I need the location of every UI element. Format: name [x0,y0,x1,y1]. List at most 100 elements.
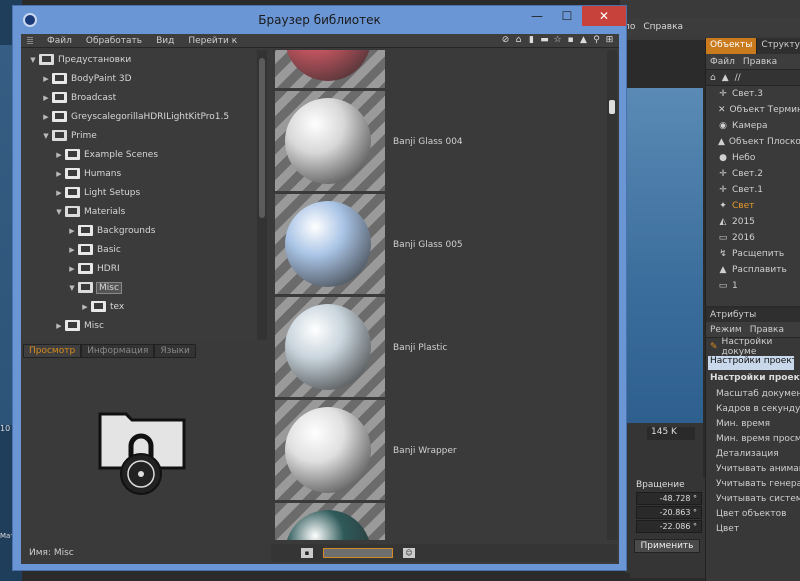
triangle-right-icon[interactable]: ▶ [68,265,76,273]
attribute-row[interactable]: Учитывать генератор [706,476,800,491]
attribute-row[interactable]: Кадров в секунду [706,401,800,416]
tree-item[interactable]: ▶ Broadcast [23,88,255,107]
triangle-right-icon[interactable]: ▶ [81,303,89,311]
rotation-p-field[interactable]: -20.863 ° [636,506,702,519]
object-row[interactable]: ✛ Свет.3 [706,86,800,102]
object-row[interactable]: ▲ Объект Плоскос [706,134,800,150]
menu-process[interactable]: Обработать [86,36,142,46]
tree-item[interactable]: ▶ Backgrounds [23,221,255,240]
triangle-right-icon[interactable]: ▶ [42,94,50,102]
attributes-menu-mode[interactable]: Режим [710,325,742,335]
material-label[interactable]: Banji Glass 004 [393,137,463,147]
tab-preview[interactable]: Просмотр [23,344,82,358]
rotation-h-field[interactable]: -48.728 ° [636,492,702,505]
tree-item[interactable]: ▶ GreyscalegorillaHDRILightKitPro1.5 [23,107,255,126]
maximize-button[interactable]: ☐ [552,6,582,26]
object-row[interactable]: ▲ Расплавить [706,262,800,278]
star-icon[interactable]: ☆ [552,35,563,46]
link-icon[interactable]: ⊘ [500,35,511,46]
frame-field[interactable]: 145 K [647,427,695,440]
tab-languages[interactable]: Языки [154,344,196,358]
triangle-down-icon[interactable]: ▼ [42,132,50,140]
object-row[interactable]: ✦ Свет [706,198,800,214]
tree-item[interactable]: ▶ Misc [23,316,255,335]
attribute-row[interactable]: Цвет [706,521,800,536]
menu-goto[interactable]: Перейти к [188,36,237,46]
triangle-right-icon[interactable]: ▶ [68,246,76,254]
tree-scrollbar[interactable] [257,50,267,340]
tree-item[interactable]: ▶ Light Setups [23,183,255,202]
attribute-row[interactable]: Цвет объектов [706,506,800,521]
objects-menu-file[interactable]: Файл [710,57,735,67]
attribute-row[interactable]: Мин. время [706,416,800,431]
object-row[interactable]: ◭ 2015 [706,214,800,230]
object-row[interactable]: ● Небо [706,150,800,166]
triangle-right-icon[interactable]: ▶ [68,227,76,235]
object-row[interactable]: ▭ 2016 [706,230,800,246]
close-button[interactable]: ✕ [582,6,626,26]
window-titlebar[interactable]: Браузер библиотек — ☐ ✕ [13,6,626,34]
object-row[interactable]: ✛ Свет.2 [706,166,800,182]
material-label[interactable]: Banji Wrapper [393,446,457,456]
apply-button[interactable]: Применить [634,539,700,553]
triangle-right-icon[interactable]: ▶ [55,170,63,178]
person-icon[interactable]: ☺ [403,548,415,558]
material-thumbnail[interactable] [275,297,385,397]
triangle-right-icon[interactable]: ▶ [55,189,63,197]
material-thumbnail[interactable] [275,91,385,191]
tree-item[interactable]: ▶ Basic [23,240,255,259]
material-label[interactable]: Banji Glass 005 [393,240,463,250]
rotation-b-field[interactable]: -22.086 ° [636,520,702,533]
triangle-right-icon[interactable]: ▶ [55,322,63,330]
tree-item[interactable]: ▼ Misc [23,278,255,297]
triangle-right-icon[interactable]: ▶ [42,113,50,121]
background-viewport[interactable] [625,88,703,423]
tree-item[interactable]: ▼ Materials [23,202,255,221]
home-icon[interactable]: ⌂ [710,73,716,83]
tree-item[interactable]: ▶ Example Scenes [23,145,255,164]
triangle-down-icon[interactable]: ▼ [68,284,76,292]
list-view-icon[interactable]: ▪ [301,548,313,558]
menu-file[interactable]: Файл [47,36,72,46]
tree-item[interactable]: ▶ HDRI [23,259,255,278]
tab-objects[interactable]: Объекты [706,38,758,54]
bookmark-icon[interactable]: ▮ [526,35,537,46]
tree-item[interactable]: ▼ Prime [23,126,255,145]
up-arrow-icon[interactable]: ▲ [722,73,729,83]
attribute-row[interactable]: Учитывать анимацию [706,461,800,476]
attribute-row[interactable]: Масштаб документа [706,386,800,401]
tree-item[interactable]: ▶ BodyPaint 3D [23,69,255,88]
objects-menu-edit[interactable]: Правка [743,57,777,67]
object-row[interactable]: ↯ Расщепить [706,246,800,262]
minimize-button[interactable]: — [522,6,552,26]
attribute-row[interactable]: Детализация [706,446,800,461]
expand-icon[interactable]: ⊞ [604,35,615,46]
tree-item[interactable]: ▶ tex [23,297,255,316]
attributes-menu-edit[interactable]: Правка [750,325,784,335]
home-icon[interactable]: ⌂ [513,35,524,46]
triangle-down-icon[interactable]: ▼ [29,56,37,64]
tab-info[interactable]: Информация [81,344,155,358]
attribute-row[interactable]: Мин. время просмотр [706,431,800,446]
material-thumbnail[interactable] [275,503,385,540]
triangle-right-icon[interactable]: ▶ [42,75,50,83]
triangle-right-icon[interactable]: ▶ [55,151,63,159]
material-thumbnail[interactable] [275,50,385,88]
up-icon[interactable]: ▲ [578,35,589,46]
triangle-down-icon[interactable]: ▼ [55,208,63,216]
background-menu-help[interactable]: Справка [643,22,683,32]
tree-item[interactable]: ▶ Humans [23,164,255,183]
folder-icon[interactable]: ▬ [539,35,550,46]
object-row[interactable]: ✛ Свет.1 [706,182,800,198]
tab-structure[interactable]: Структура [757,38,800,54]
attribute-row[interactable]: Учитывать систему д [706,491,800,506]
search-icon[interactable]: ⚲ [591,35,602,46]
zoom-slider[interactable] [323,548,393,558]
material-label[interactable]: Banji Plastic [393,343,447,353]
object-row[interactable]: ▭ 1 [706,278,800,294]
tab-project-settings[interactable]: Настройки проекта [708,356,794,370]
object-row[interactable]: ✕Объект Термина [706,102,800,118]
material-thumbnail[interactable] [275,194,385,294]
menu-view[interactable]: Вид [156,36,174,46]
tree-item[interactable]: ▼ Предустановки [23,50,255,69]
